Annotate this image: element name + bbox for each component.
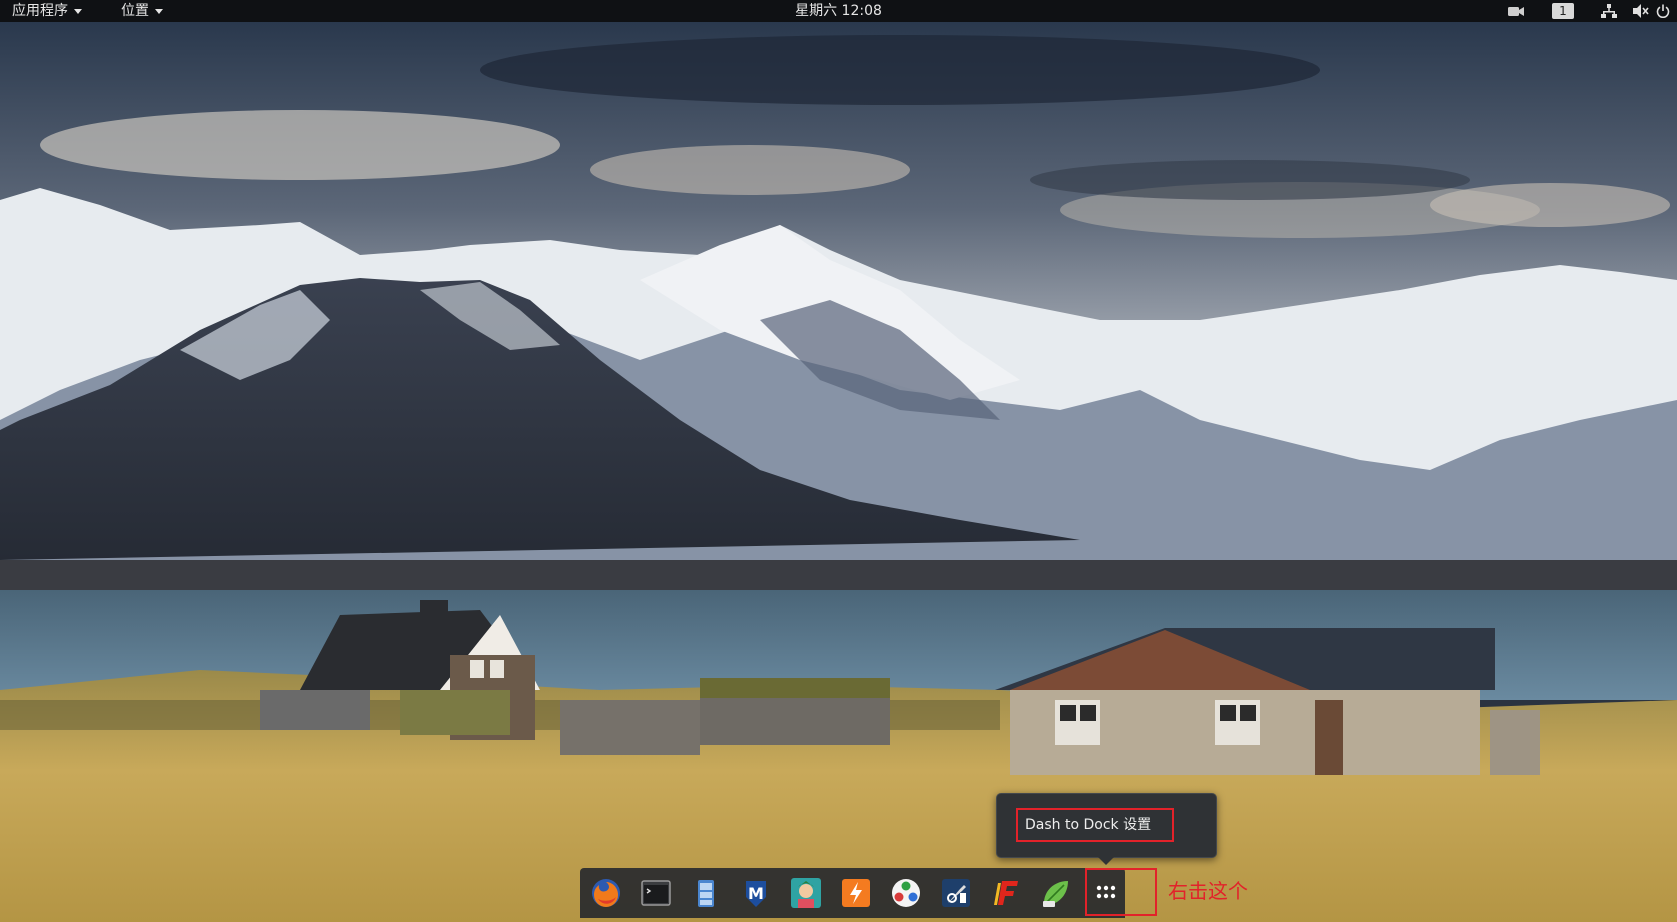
desktop: 应用程序 位置 星期六 12:08 1 Dash to Dock 设置 M 右击… <box>0 0 1677 922</box>
show-applications-icon[interactable] <box>1090 877 1122 909</box>
avatar-app-icon[interactable] <box>790 877 822 909</box>
file-manager-icon[interactable] <box>690 877 722 909</box>
maltego-icon[interactable]: M <box>740 877 772 909</box>
terminal-icon[interactable] <box>640 877 672 909</box>
dash-to-dock-settings-item[interactable]: Dash to Dock 设置 <box>1017 810 1180 840</box>
workspace-indicator[interactable]: 1 <box>1552 0 1574 22</box>
desktop-wallpaper <box>0 0 1677 922</box>
power-icon[interactable] <box>1656 0 1670 22</box>
burpsuite-icon[interactable] <box>840 877 872 909</box>
leafpad-icon[interactable] <box>1040 877 1072 909</box>
firefox-icon[interactable] <box>590 877 622 909</box>
dock: M <box>580 868 1125 918</box>
workspace-number: 1 <box>1552 3 1574 19</box>
top-panel: 应用程序 位置 星期六 12:08 1 <box>0 0 1677 22</box>
annotation-text: 右击这个 <box>1168 879 1248 903</box>
armitage-icon[interactable] <box>890 877 922 909</box>
popup-arrow <box>1097 856 1115 865</box>
clock[interactable]: 星期六 12:08 <box>0 0 1677 22</box>
network-icon[interactable] <box>1601 0 1617 22</box>
svg-text:M: M <box>748 884 764 903</box>
tool-icon[interactable] <box>940 877 972 909</box>
volume-muted-icon[interactable] <box>1633 0 1649 22</box>
dock-context-menu: Dash to Dock 设置 <box>996 793 1217 865</box>
faraday-icon[interactable] <box>990 877 1022 909</box>
camera-icon[interactable] <box>1507 0 1525 22</box>
